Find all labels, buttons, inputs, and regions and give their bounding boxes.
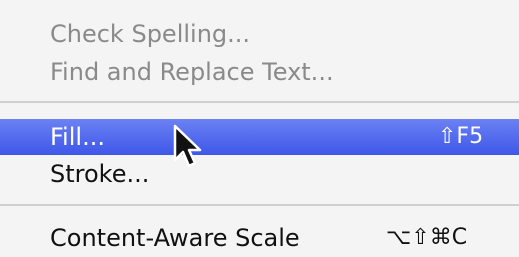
context-menu: Check Spelling... Find and Replace Text.… xyxy=(0,0,519,257)
menu-item-check-spelling: Check Spelling... xyxy=(0,16,519,52)
keyboard-shortcut: ⌥⇧⌘C xyxy=(386,225,468,250)
keyboard-shortcut: ⇧F5 xyxy=(438,124,484,149)
menu-item-label: Check Spelling... xyxy=(50,20,251,48)
menu-item-fill[interactable]: Fill... ⇧F5 xyxy=(0,119,519,155)
menu-item-label: Content-Aware Scale xyxy=(50,224,300,252)
arrow-pointer-icon xyxy=(173,124,202,168)
menu-separator xyxy=(0,101,519,103)
menu-item-stroke[interactable]: Stroke... xyxy=(0,156,519,192)
menu-item-label: Fill... xyxy=(50,123,105,151)
menu-item-label: Stroke... xyxy=(50,160,150,188)
menu-item-find-and-replace-text: Find and Replace Text... xyxy=(0,54,519,90)
menu-separator xyxy=(0,204,519,206)
menu-item-content-aware-scale[interactable]: Content-Aware Scale ⌥⇧⌘C xyxy=(0,220,519,256)
menu-item-label: Find and Replace Text... xyxy=(50,58,334,86)
